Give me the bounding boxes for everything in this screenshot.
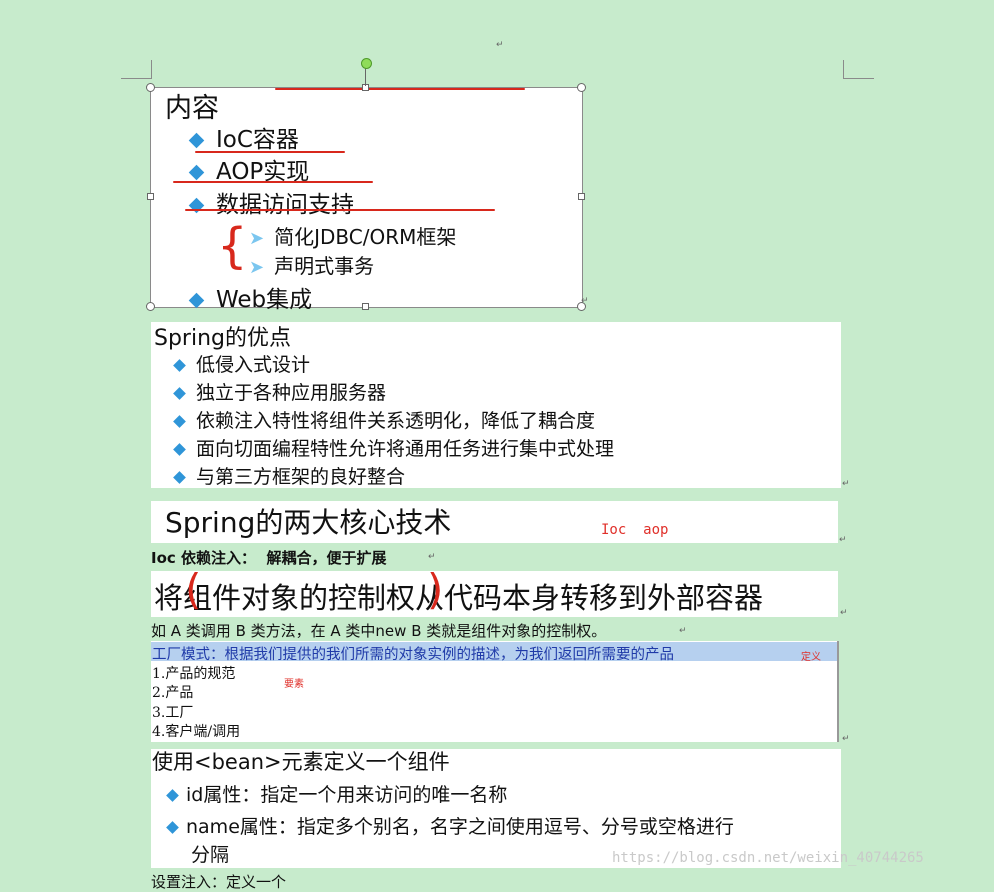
resize-handle[interactable] [578,193,585,200]
diamond-bullet-icon [188,164,205,181]
paragraph-mark: ↵ [496,40,504,50]
bottom-cut-text: 设置注入：定义一个 [151,873,287,891]
factory-line: 4.客户端/调用 [152,724,241,740]
red-underline [185,209,495,211]
resize-handle[interactable] [146,83,155,92]
arrow-bullet-icon: ➤ [249,228,265,249]
advantages-item: 依赖注入特性将组件关系透明化，降低了耦合度 [173,406,595,433]
factory-line: 3.工厂 [152,705,194,721]
advantages-title: Spring的优点 [154,326,291,351]
factory-pattern-image: 工厂模式：根据我们提供的我们所需的对象实例的描述，为我们返回所需要的产品 定义 … [151,641,839,742]
paragraph-mark: ↵ [842,479,850,489]
content-item: Web集成 [188,280,312,314]
red-underline [275,88,525,90]
bean-item: id属性：指定一个用来访问的唯一名称 [166,780,507,807]
bean-item: name属性：指定多个别名，名字之间使用逗号、分号或空格进行 [166,812,734,839]
arrow-bullet-icon: ➤ [249,257,265,278]
advantages-item: 低侵入式设计 [173,350,310,377]
rotate-handle-stem [365,66,366,86]
factory-line: 2.产品 [152,685,194,701]
advantages-item: 面向切面编程特性允许将通用任务进行集中式处理 [173,434,614,461]
paragraph-mark: ↵ [842,734,850,744]
diamond-bullet-icon [188,292,205,309]
red-paren: ( [185,565,202,614]
diamond-bullet-icon [166,789,179,802]
ioc-definition-text: 将组件对象的控制权从代码本身转移到外部容器 [154,581,764,615]
paragraph-mark: ↵ [581,296,589,306]
paragraph-mark: ↵ [679,626,687,636]
content-item: 数据访问支持 [188,185,354,219]
advantages-item: 与第三方框架的良好整合 [173,462,405,489]
core-tech-title: Spring的两大核心技术 [165,506,452,539]
diamond-bullet-icon [173,471,186,484]
resize-handle[interactable] [146,302,155,311]
diamond-bullet-icon [188,132,205,149]
diamond-bullet-icon [173,443,186,456]
watermark: https://blog.csdn.net/weixin_40744265 [612,850,924,866]
red-paren: ) [427,565,444,614]
diamond-bullet-icon [173,387,186,400]
margin-corner-top-right [843,60,874,79]
bean-title: 使用<bean>元素定义一个组件 [152,750,450,774]
core-tech-image: Spring的两大核心技术 Ioc aop [151,501,838,543]
note-elements: 要素 [284,679,304,690]
factory-line: 1.产品的规范 [152,666,236,682]
diamond-bullet-icon [166,821,179,834]
core-tech-annotation: Ioc aop [601,522,669,538]
content-image[interactable]: 内容 IoC容器 AOP实现 数据访问支持 { ➤ 简化JDBC/ORM框架 ➤ 声… [150,87,583,313]
margin-corner-top-left [121,60,152,79]
diamond-bullet-icon [173,415,186,428]
content-subitem: ➤ 声明式事务 [249,254,375,278]
resize-handle[interactable] [147,193,154,200]
resize-handle[interactable] [577,83,586,92]
factory-highlight-text: 工厂模式：根据我们提供的我们所需的对象实例的描述，为我们返回所需要的产品 [152,647,674,663]
red-brace: { [217,218,248,274]
note-define: 定义 [801,652,821,663]
advantages-item: 独立于各种应用服务器 [173,378,386,405]
diamond-bullet-icon [173,359,186,372]
advantages-image: Spring的优点 低侵入式设计 独立于各种应用服务器 依赖注入特性将组件关系透… [151,322,841,488]
rotate-handle[interactable] [361,58,372,69]
red-underline [173,181,373,183]
example-text: 如 A 类调用 B 类方法，在 A 类中new B 类就是组件对象的控制权。 [151,622,607,640]
content-item: IoC容器 [188,120,299,154]
content-subitem: ➤ 简化JDBC/ORM框架 [249,225,457,249]
paragraph-mark: ↵ [839,535,847,545]
bean-item-continuation: 分隔 [191,844,230,866]
resize-handle[interactable] [362,303,369,310]
ioc-definition-image: 将组件对象的控制权从代码本身转移到外部容器 ( ) [151,565,838,617]
paragraph-mark: ↵ [428,552,436,562]
paragraph-mark: ↵ [840,608,848,618]
